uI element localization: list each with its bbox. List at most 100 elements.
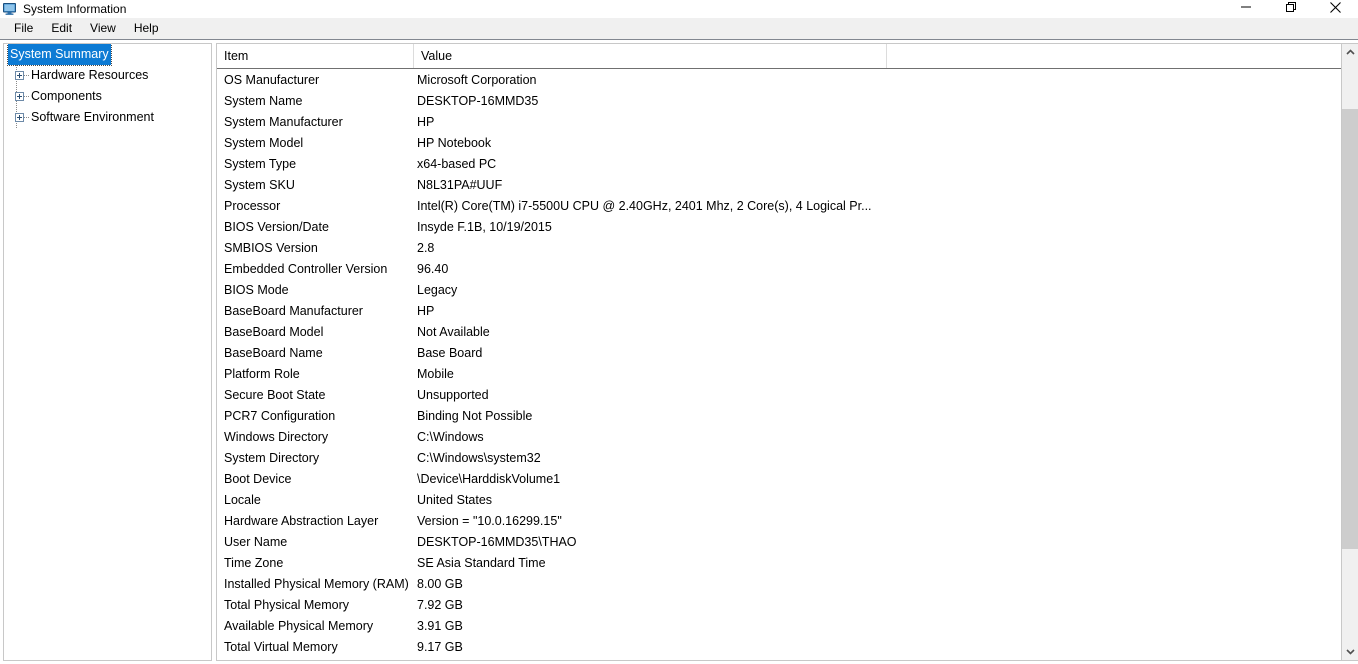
- row-item-cell: System Directory: [224, 450, 320, 465]
- minimize-button[interactable]: [1223, 0, 1268, 22]
- vertical-scrollbar[interactable]: [1341, 43, 1358, 661]
- tree-item-label: Hardware Resources: [31, 68, 149, 82]
- row-value-cell: Not Available: [417, 324, 490, 339]
- tree-item-software-environment[interactable]: Software Environment: [4, 107, 211, 128]
- content-area: System Summary Hardware Resources Compon…: [0, 40, 1358, 664]
- scroll-down-button[interactable]: [1342, 643, 1358, 660]
- tree-item-hardware-resources[interactable]: Hardware Resources: [4, 65, 211, 86]
- row-value-cell: 8.00 GB: [417, 576, 463, 591]
- row-item-cell: PCR7 Configuration: [224, 408, 336, 423]
- table-row[interactable]: BIOS Mode Legacy: [217, 279, 1341, 300]
- column-header-item[interactable]: Item: [217, 44, 414, 68]
- row-item-cell: Installed Physical Memory (RAM): [224, 576, 409, 591]
- row-item-cell: Platform Role: [224, 366, 300, 381]
- scrollbar-track[interactable]: [1342, 61, 1358, 643]
- row-value-cell: N8L31PA#UUF: [417, 177, 503, 192]
- close-button[interactable]: [1313, 0, 1358, 22]
- table-row[interactable]: OS Manufacturer Microsoft Corporation: [217, 69, 1341, 90]
- expand-plus-icon[interactable]: [13, 107, 30, 128]
- tree-item-system-summary[interactable]: System Summary: [4, 44, 211, 66]
- table-row[interactable]: Time Zone SE Asia Standard Time: [217, 552, 1341, 573]
- table-row[interactable]: Embedded Controller Version 96.40: [217, 258, 1341, 279]
- scroll-up-button[interactable]: [1342, 44, 1358, 61]
- details-list-view: Item Value OS Manufacturer Microsoft Corp…: [216, 43, 1341, 661]
- row-value-cell: \Device\HarddiskVolume1: [417, 471, 561, 486]
- table-row[interactable]: Total Virtual Memory 9.17 GB: [217, 636, 1341, 657]
- table-row[interactable]: Platform Role Mobile: [217, 363, 1341, 384]
- row-item-cell: OS Manufacturer: [224, 72, 320, 87]
- table-row[interactable]: BaseBoard Model Not Available: [217, 321, 1341, 342]
- table-row[interactable]: BIOS Version/Date Insyde F.1B, 10/19/2015: [217, 216, 1341, 237]
- table-row[interactable]: System Manufacturer HP: [217, 111, 1341, 132]
- table-row[interactable]: Available Physical Memory 3.91 GB: [217, 615, 1341, 636]
- table-row[interactable]: PCR7 Configuration Binding Not Possible: [217, 405, 1341, 426]
- title-bar: System Information: [0, 0, 1358, 18]
- navigation-tree[interactable]: System Summary Hardware Resources Compon…: [3, 43, 212, 661]
- table-row[interactable]: System SKU N8L31PA#UUF: [217, 174, 1341, 195]
- row-item-cell: Processor: [224, 198, 281, 213]
- system-information-window: System Information File Edit View Help S…: [0, 0, 1358, 664]
- row-value-cell: Mobile: [417, 366, 454, 381]
- row-item-cell: Boot Device: [224, 471, 292, 486]
- table-row[interactable]: Installed Physical Memory (RAM) 8.00 GB: [217, 573, 1341, 594]
- row-item-cell: Total Physical Memory: [224, 597, 350, 612]
- row-item-cell: Available Physical Memory: [224, 618, 374, 633]
- tree-item-label: Software Environment: [31, 110, 154, 124]
- row-value-cell: DESKTOP-16MMD35\THAO: [417, 534, 577, 549]
- row-item-cell: Secure Boot State: [224, 387, 326, 402]
- row-value-cell: Unsupported: [417, 387, 489, 402]
- table-row[interactable]: System Directory C:\Windows\system32: [217, 447, 1341, 468]
- table-row[interactable]: SMBIOS Version 2.8: [217, 237, 1341, 258]
- table-row[interactable]: Total Physical Memory 7.92 GB: [217, 594, 1341, 615]
- table-row[interactable]: Windows Directory C:\Windows: [217, 426, 1341, 447]
- row-item-cell: Hardware Abstraction Layer: [224, 513, 379, 528]
- menu-item-edit[interactable]: Edit: [42, 19, 81, 39]
- row-value-cell: 96.40: [417, 261, 449, 276]
- table-row[interactable]: System Name DESKTOP-16MMD35: [217, 90, 1341, 111]
- row-value-cell: SE Asia Standard Time: [417, 555, 546, 570]
- row-item-cell: Total Virtual Memory: [224, 639, 338, 654]
- table-row[interactable]: Processor Intel(R) Core(TM) i7-5500U CPU …: [217, 195, 1341, 216]
- computer-icon: [2, 1, 18, 17]
- row-value-cell: x64-based PC: [417, 156, 497, 171]
- tree-list: System Summary Hardware Resources Compon…: [4, 44, 211, 128]
- table-row[interactable]: BaseBoard Manufacturer HP: [217, 300, 1341, 321]
- row-value-cell: Insyde F.1B, 10/19/2015: [417, 219, 552, 234]
- row-value-cell: Base Board: [417, 345, 483, 360]
- column-header-value[interactable]: Value: [414, 44, 887, 68]
- row-value-cell: Legacy: [417, 282, 458, 297]
- expand-plus-icon[interactable]: [13, 86, 30, 107]
- table-row[interactable]: User Name DESKTOP-16MMD35\THAO: [217, 531, 1341, 552]
- row-value-cell: C:\Windows\system32: [417, 450, 541, 465]
- row-item-cell: Windows Directory: [224, 429, 329, 444]
- table-row[interactable]: System Type x64-based PC: [217, 153, 1341, 174]
- table-row[interactable]: Locale United States: [217, 489, 1341, 510]
- restore-button[interactable]: [1268, 0, 1313, 22]
- table-row[interactable]: Secure Boot State Unsupported: [217, 384, 1341, 405]
- row-value-cell: C:\Windows: [417, 429, 484, 444]
- menu-item-file[interactable]: File: [5, 19, 42, 39]
- row-item-cell: BIOS Mode: [224, 282, 289, 297]
- row-value-cell: 3.91 GB: [417, 618, 463, 633]
- row-value-cell: DESKTOP-16MMD35: [417, 93, 539, 108]
- tree-item-components[interactable]: Components: [4, 86, 211, 107]
- row-value-cell: Microsoft Corporation: [417, 72, 537, 87]
- row-value-cell: 2.8: [417, 240, 435, 255]
- row-item-cell: System Name: [224, 93, 303, 108]
- table-row[interactable]: BaseBoard Name Base Board: [217, 342, 1341, 363]
- expand-plus-icon[interactable]: [13, 65, 30, 86]
- row-item-cell: Locale: [224, 492, 261, 507]
- row-value-cell: Version = "10.0.16299.15": [417, 513, 562, 528]
- menu-item-view[interactable]: View: [81, 19, 125, 39]
- row-item-cell: System SKU: [224, 177, 295, 192]
- row-item-cell: BIOS Version/Date: [224, 219, 329, 234]
- table-row[interactable]: Hardware Abstraction Layer Version = "10.…: [217, 510, 1341, 531]
- row-item-cell: System Manufacturer: [224, 114, 343, 129]
- menu-item-help[interactable]: Help: [125, 19, 168, 39]
- scrollbar-thumb[interactable]: [1342, 109, 1358, 549]
- table-row[interactable]: System Model HP Notebook: [217, 132, 1341, 153]
- table-row[interactable]: Boot Device \Device\HarddiskVolume1: [217, 468, 1341, 489]
- column-header-filler: [887, 44, 1341, 68]
- row-item-cell: SMBIOS Version: [224, 240, 318, 255]
- details-rows: OS Manufacturer Microsoft Corporation Syst…: [217, 69, 1341, 660]
